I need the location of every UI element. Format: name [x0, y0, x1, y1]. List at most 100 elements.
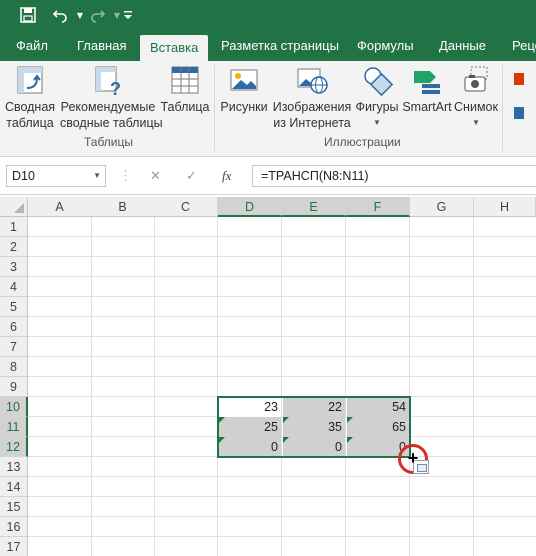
ribbon-insert: Сводная таблица ? Рекомендуемые сводные … — [0, 61, 536, 157]
screenshot-label: Снимок — [454, 100, 498, 114]
name-box-dropdown-icon[interactable]: ▼ — [93, 166, 101, 186]
column-header-b[interactable]: B — [91, 197, 155, 217]
column-header-e[interactable]: E — [282, 197, 346, 217]
row-header-14[interactable]: 14 — [0, 477, 28, 497]
error-indicator-icon — [283, 437, 289, 443]
cell-e12[interactable]: 0 — [283, 437, 345, 457]
cell-value: 23 — [264, 400, 278, 414]
table-button[interactable]: Таблица — [158, 63, 212, 115]
column-header-g[interactable]: G — [410, 197, 474, 217]
shapes-dropdown-icon[interactable]: ▼ — [352, 115, 402, 131]
formula-bar: D10 ▼ ⋮ ✕ ✓ fx =ТРАНСП(N8:N11) — [0, 157, 536, 195]
screenshot-button[interactable]: Снимок ▼ — [452, 63, 500, 131]
cell-f11[interactable]: 65 — [347, 417, 409, 437]
tab-file[interactable]: Файл — [16, 31, 48, 61]
cell-e11[interactable]: 35 — [283, 417, 345, 437]
error-indicator-icon — [283, 417, 289, 423]
tab-page-layout[interactable]: Разметка страницы — [221, 31, 339, 61]
column-header-c[interactable]: C — [154, 197, 218, 217]
table-label: Таблица — [160, 100, 210, 114]
shapes-button[interactable]: Фигуры ▼ — [352, 63, 402, 131]
worksheet-grid[interactable]: A B C D E F G H 1 2 3 4 5 6 7 8 9 10 11 12 13 14 15 16 17 23 22 54 2… — [0, 197, 536, 556]
error-indicator-icon — [347, 417, 353, 423]
cell-f10[interactable]: 54 — [347, 397, 409, 417]
fill-handle-cursor-icon[interactable]: + — [403, 448, 423, 468]
name-box-value: D10 — [12, 169, 35, 183]
column-header-h[interactable]: H — [474, 197, 536, 217]
cell-d10[interactable]: 23 — [219, 397, 281, 417]
gridline — [28, 376, 536, 377]
cell-value: 0 — [271, 440, 278, 454]
online-pictures-button[interactable]: Изображения из Интернета — [272, 63, 352, 131]
row-header-8[interactable]: 8 — [0, 357, 28, 377]
row-header-4[interactable]: 4 — [0, 277, 28, 297]
my-addins-icon[interactable] — [514, 107, 524, 119]
recommended-pivot-label-2: сводные таблицы — [60, 116, 163, 130]
smartart-button[interactable]: SmartArt — [402, 63, 452, 115]
column-header-d[interactable]: D — [218, 197, 282, 217]
screenshot-dropdown-icon[interactable]: ▼ — [452, 115, 500, 131]
undo-dropdown-icon[interactable]: ▼ — [70, 5, 90, 25]
row-header-15[interactable]: 15 — [0, 497, 28, 517]
gridline — [91, 217, 92, 556]
tab-review[interactable]: Реце — [512, 31, 536, 61]
ribbon-tabs: Файл Главная Вставка Разметка страницы Ф… — [0, 31, 536, 61]
row-header-13[interactable]: 13 — [0, 457, 28, 477]
pictures-button[interactable]: Рисунки — [218, 63, 270, 115]
insert-function-icon[interactable]: fx — [222, 165, 231, 187]
recommended-pivot-button[interactable]: ? Рекомендуемые сводные таблицы — [60, 63, 163, 131]
cell-e10[interactable]: 22 — [283, 397, 345, 417]
pivot-table-button[interactable]: Сводная таблица — [4, 63, 56, 131]
error-indicator-icon — [347, 437, 353, 443]
store-icon[interactable] — [514, 73, 524, 85]
row-header-3[interactable]: 3 — [0, 257, 28, 277]
cell-d11[interactable]: 25 — [219, 417, 281, 437]
customize-icon[interactable] — [118, 5, 138, 25]
online-pictures-label-1: Изображения — [272, 100, 352, 114]
cell-d12[interactable]: 0 — [219, 437, 281, 457]
column-header-a[interactable]: A — [28, 197, 92, 217]
gridline — [345, 217, 346, 556]
gridline — [409, 217, 410, 556]
enter-icon[interactable]: ✓ — [186, 165, 197, 187]
recommended-pivot-icon: ? — [91, 63, 125, 99]
gridline — [217, 217, 218, 556]
tab-formulas[interactable]: Формулы — [357, 31, 414, 61]
tab-home[interactable]: Главная — [77, 31, 126, 61]
smartart-label: SmartArt — [402, 100, 452, 114]
row-header-9[interactable]: 9 — [0, 377, 28, 397]
row-header-1[interactable]: 1 — [0, 217, 28, 237]
row-header-7[interactable]: 7 — [0, 337, 28, 357]
column-header-f[interactable]: F — [346, 197, 410, 217]
formula-input[interactable]: =ТРАНСП(N8:N11) — [252, 165, 536, 187]
undo-icon[interactable] — [50, 5, 70, 25]
cell-value: 0 — [335, 440, 342, 454]
row-header-6[interactable]: 6 — [0, 317, 28, 337]
more-icon: ⋮ — [119, 168, 132, 183]
row-header-5[interactable]: 5 — [0, 297, 28, 317]
row-header-10[interactable]: 10 — [0, 397, 28, 417]
name-box[interactable]: D10 ▼ — [6, 165, 106, 187]
redo-icon[interactable] — [88, 5, 108, 25]
gridline — [154, 217, 155, 556]
cell-value: 35 — [328, 420, 342, 434]
tab-insert[interactable]: Вставка — [140, 35, 209, 61]
row-header-17[interactable]: 17 — [0, 537, 28, 556]
row-header-2[interactable]: 2 — [0, 237, 28, 257]
pictures-label: Рисунки — [220, 100, 268, 114]
select-all-button[interactable] — [0, 197, 28, 217]
gridline — [28, 336, 536, 337]
row-header-11[interactable]: 11 — [0, 417, 28, 437]
row-header-12[interactable]: 12 — [0, 437, 28, 457]
gridline — [28, 436, 536, 437]
save-icon[interactable] — [18, 5, 38, 25]
online-pictures-icon — [295, 63, 329, 97]
table-icon — [168, 63, 202, 97]
pivot-table-label-2: таблица — [6, 116, 54, 130]
cancel-icon[interactable]: ✕ — [150, 165, 161, 187]
cell-value: 54 — [392, 400, 406, 414]
row-header-16[interactable]: 16 — [0, 517, 28, 537]
svg-text:?: ? — [110, 79, 121, 97]
tab-data[interactable]: Данные — [439, 31, 486, 61]
error-indicator-icon — [219, 417, 225, 423]
